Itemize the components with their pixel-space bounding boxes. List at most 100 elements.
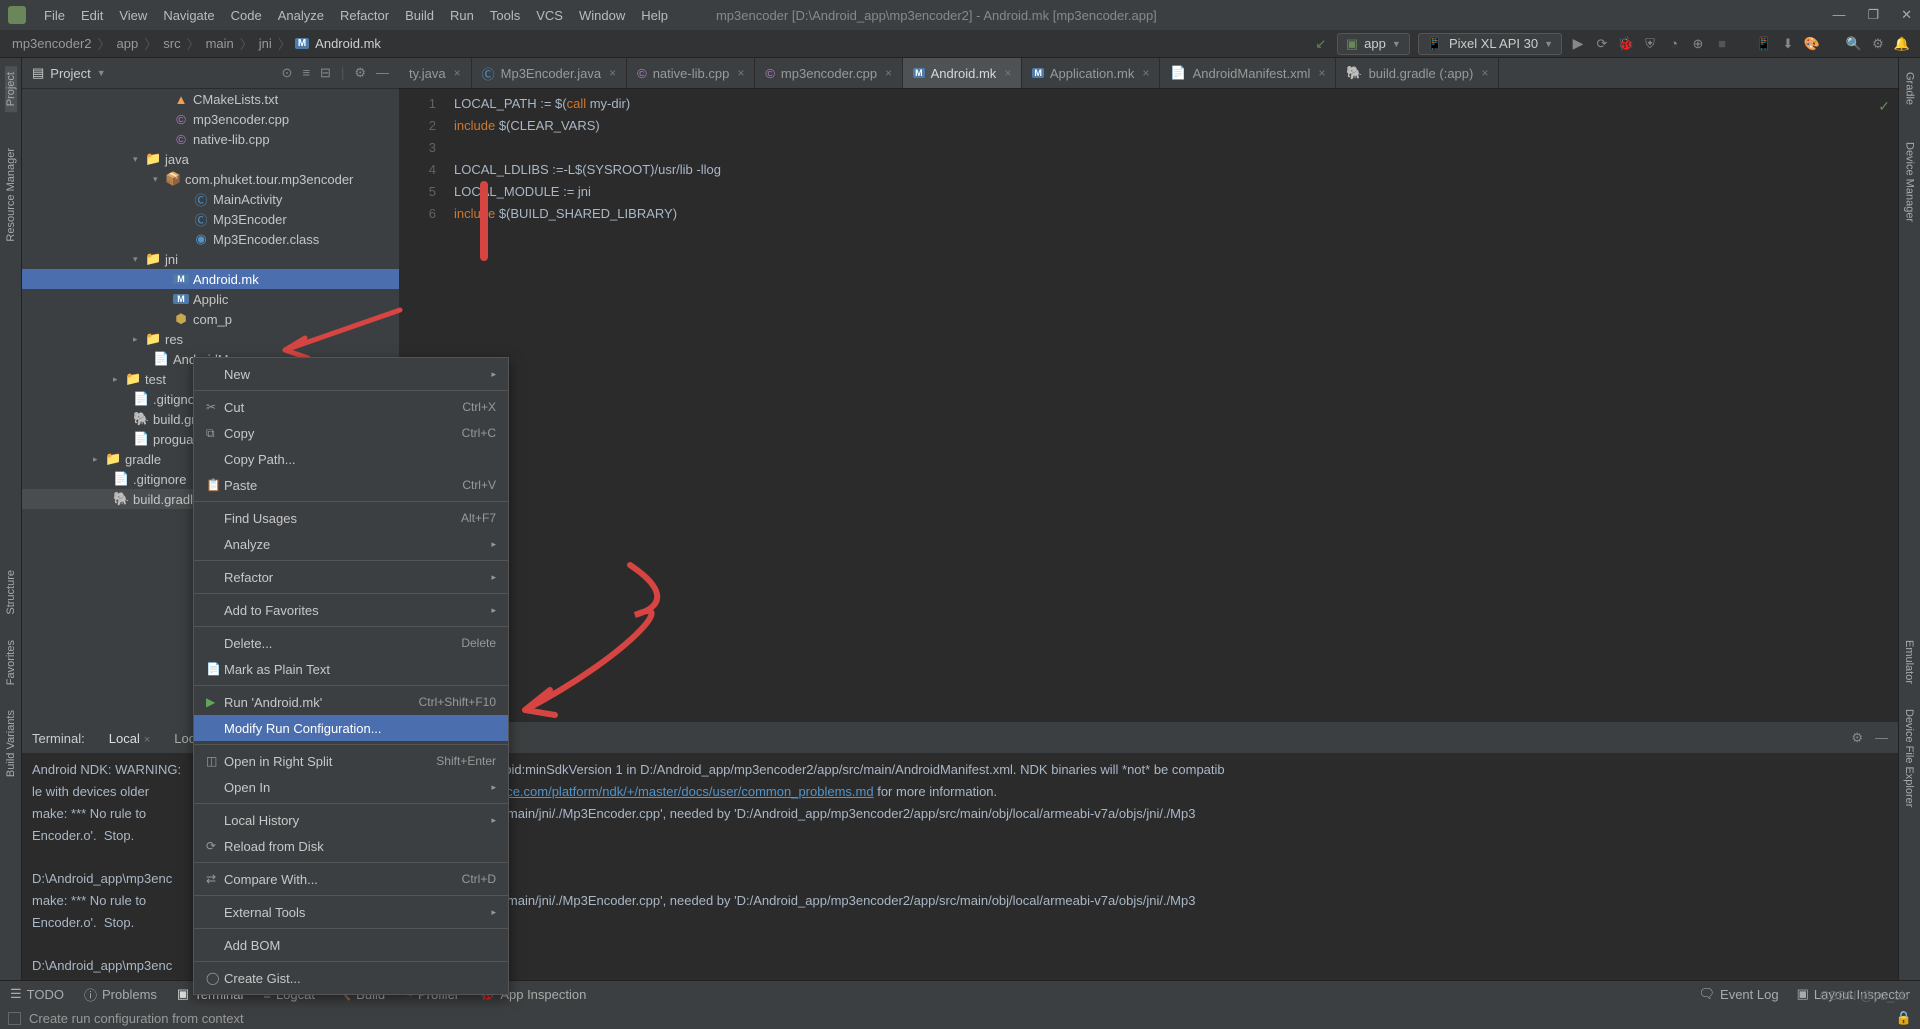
collapse-icon[interactable]: ⊟ [320, 65, 331, 81]
resmgr-icon[interactable]: 🎨 [1804, 36, 1820, 52]
tree-pkg[interactable]: com.phuket.tour.mp3encoder [185, 172, 353, 187]
rail-devmgr[interactable]: Device Manager [1904, 136, 1916, 228]
term-hide-icon[interactable]: — [1875, 730, 1888, 746]
menu-run[interactable]: Run [442, 8, 482, 23]
tree-applicationmk[interactable]: Applic [193, 292, 228, 307]
menu-vcs[interactable]: VCS [528, 8, 571, 23]
close-icon[interactable]: × [454, 66, 461, 80]
menu-file[interactable]: File [36, 8, 73, 23]
ctx-delete[interactable]: Delete...Delete [194, 630, 508, 656]
menu-code[interactable]: Code [223, 8, 270, 23]
close-icon[interactable]: × [1004, 66, 1011, 80]
tb-problems[interactable]: ⓘProblems [84, 985, 157, 1004]
menu-navigate[interactable]: Navigate [155, 8, 222, 23]
menu-edit[interactable]: Edit [73, 8, 111, 23]
ctx-add-bom[interactable]: Add BOM [194, 932, 508, 958]
close-icon[interactable]: × [1142, 66, 1149, 80]
run-config-dropdown[interactable]: ▣app▼ [1337, 33, 1410, 55]
terminal-tab-local[interactable]: Local× [99, 729, 161, 748]
close-icon[interactable]: × [737, 66, 744, 80]
menu-view[interactable]: View [111, 8, 155, 23]
rail-project[interactable]: Project [5, 66, 17, 112]
status-toggle-icon[interactable] [8, 1012, 21, 1025]
tree-native[interactable]: native-lib.cpp [193, 132, 270, 147]
tree-buildgradle2[interactable]: build.gradle [133, 492, 200, 507]
project-dropdown[interactable]: ▤Project▼ [32, 65, 106, 81]
tree-mp3encoder-class[interactable]: Mp3Encoder.class [213, 232, 319, 247]
term-settings-icon[interactable]: ⚙ [1851, 730, 1863, 746]
ctx-external-tools[interactable]: External Tools▸ [194, 899, 508, 925]
tree-mp3cpp[interactable]: mp3encoder.cpp [193, 112, 289, 127]
ctx-cut[interactable]: ✂CutCtrl+X [194, 394, 508, 420]
rail-gradle[interactable]: Gradle [1904, 66, 1916, 111]
minimize-button[interactable]: — [1832, 7, 1845, 23]
tab-android-mk[interactable]: MAndroid.mk× [903, 58, 1022, 88]
crumb-root[interactable]: mp3encoder2 [10, 36, 94, 51]
rail-devexp[interactable]: Device File Explorer [1903, 709, 1915, 807]
proj-hide-icon[interactable]: — [376, 65, 389, 81]
tree-cmake[interactable]: CMakeLists.txt [193, 92, 278, 107]
ctx-run[interactable]: ▶Run 'Android.mk'Ctrl+Shift+F10 [194, 689, 508, 715]
stop-icon[interactable]: ■ [1714, 36, 1730, 52]
ctx-copypath[interactable]: Copy Path... [194, 446, 508, 472]
inspection-ok-icon[interactable]: ✓ [1878, 95, 1890, 117]
tab-mp3encoder-java[interactable]: ⒸMp3Encoder.java× [472, 58, 627, 88]
tab-native-lib[interactable]: ©native-lib.cpp× [627, 58, 755, 88]
close-button[interactable]: ✕ [1901, 7, 1912, 23]
run-button[interactable]: ▶ [1570, 36, 1586, 52]
search-icon[interactable]: 🔍 [1846, 36, 1862, 52]
attach-debug-icon[interactable]: ⊕ [1690, 36, 1706, 52]
rail-emulator[interactable]: Emulator [1903, 640, 1915, 684]
proj-settings-icon[interactable]: ⚙ [354, 65, 366, 81]
tab-ty[interactable]: ty.java× [399, 58, 472, 88]
ctx-compare[interactable]: ⇄Compare With...Ctrl+D [194, 866, 508, 892]
maximize-button[interactable]: ❐ [1867, 7, 1879, 23]
close-icon[interactable]: × [1481, 66, 1488, 80]
coverage-icon[interactable]: ⛨ [1642, 36, 1658, 52]
ctx-local-history[interactable]: Local History▸ [194, 807, 508, 833]
ctx-addfavorites[interactable]: Add to Favorites▸ [194, 597, 508, 623]
tab-manifest[interactable]: 📄AndroidManifest.xml× [1160, 58, 1336, 88]
avd-icon[interactable]: 📱 [1756, 36, 1772, 52]
menu-refactor[interactable]: Refactor [332, 8, 397, 23]
ctx-reload[interactable]: ⟳Reload from Disk [194, 833, 508, 859]
tree-java[interactable]: java [165, 152, 189, 167]
close-icon[interactable]: × [1318, 66, 1325, 80]
apply-changes-icon[interactable]: ⟳ [1594, 36, 1610, 52]
tree-res[interactable]: res [165, 332, 183, 347]
tab-application-mk[interactable]: MApplication.mk× [1022, 58, 1160, 88]
status-lock-icon[interactable]: 🔒 [1896, 1010, 1912, 1025]
close-icon[interactable]: × [885, 66, 892, 80]
menu-help[interactable]: Help [633, 8, 676, 23]
rail-structure[interactable]: Structure [5, 570, 17, 615]
tb-todo[interactable]: ☰TODO [10, 986, 64, 1002]
menu-build[interactable]: Build [397, 8, 442, 23]
tab-build-gradle[interactable]: 🐘build.gradle (:app)× [1336, 58, 1499, 88]
ctx-new[interactable]: New▸ [194, 361, 508, 387]
tree-gitignore2[interactable]: .gitignore [133, 472, 186, 487]
rail-favorites[interactable]: Favorites [5, 640, 17, 685]
tree-jni[interactable]: jni [165, 252, 178, 267]
tree-gradle-folder[interactable]: gradle [125, 452, 161, 467]
crumb-file[interactable]: Android.mk [313, 36, 383, 51]
notifications-icon[interactable]: 🔔 [1894, 36, 1910, 52]
settings-icon[interactable]: ⚙ [1870, 36, 1886, 52]
ctx-open-split[interactable]: ◫Open in Right SplitShift+Enter [194, 748, 508, 774]
ctx-modify-run-config[interactable]: Modify Run Configuration... [194, 715, 508, 741]
close-icon[interactable]: × [144, 734, 150, 746]
tab-mp3encoder-cpp[interactable]: ©mp3encoder.cpp× [755, 58, 903, 88]
tree-mainactivity[interactable]: MainActivity [213, 192, 282, 207]
tree-androidmk[interactable]: Android.mk [193, 272, 259, 287]
tree-test[interactable]: test [145, 372, 166, 387]
sync-icon[interactable]: ↙ [1313, 36, 1329, 52]
device-dropdown[interactable]: 📱Pixel XL API 30▼ [1418, 33, 1562, 55]
crumb-main[interactable]: main [204, 36, 236, 51]
menu-analyze[interactable]: Analyze [270, 8, 332, 23]
crumb-jni[interactable]: jni [257, 36, 274, 51]
sdk-icon[interactable]: ⬇ [1780, 36, 1796, 52]
ctx-copy[interactable]: ⧉CopyCtrl+C [194, 420, 508, 446]
crumb-src[interactable]: src [161, 36, 182, 51]
crumb-app[interactable]: app [115, 36, 141, 51]
ctx-analyze[interactable]: Analyze▸ [194, 531, 508, 557]
menu-tools[interactable]: Tools [482, 8, 528, 23]
